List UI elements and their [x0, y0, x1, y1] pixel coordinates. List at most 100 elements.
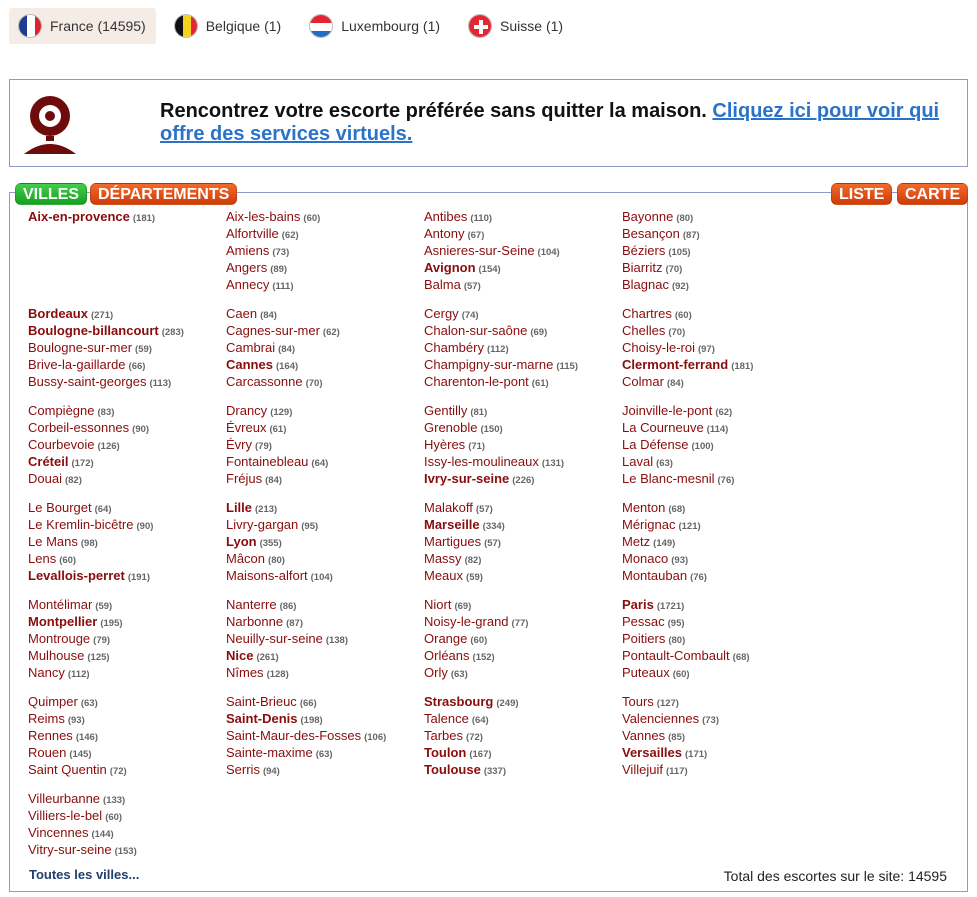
city-link[interactable]: Maisons-alfort (104) — [226, 567, 333, 586]
city-link[interactable]: Bussy-saint-georges (113) — [28, 373, 171, 392]
city-count: (112) — [67, 669, 90, 680]
city-link[interactable]: Levallois-perret (191) — [28, 567, 150, 586]
city-link[interactable]: Puteaux (60) — [622, 664, 690, 683]
city-count: (172) — [71, 458, 94, 469]
city-count: (113) — [149, 378, 172, 389]
france-flag-icon — [18, 14, 42, 38]
city-name: Saint-Brieuc — [226, 694, 297, 709]
city-link[interactable]: Le Blanc-mesnil (76) — [622, 470, 734, 489]
city-link[interactable]: Saint Quentin (72) — [28, 761, 127, 780]
city-name: La Défense — [622, 437, 689, 452]
city-link[interactable]: Annecy (111) — [226, 276, 294, 295]
city-link[interactable]: Vitry-sur-seine (153) — [28, 841, 137, 860]
city-link[interactable]: Nîmes (128) — [226, 664, 289, 683]
city-link[interactable]: Balma (57) — [424, 276, 481, 295]
city-count: (112) — [486, 344, 509, 355]
city-count: (59) — [135, 344, 152, 355]
city-name: Douai — [28, 471, 62, 486]
city-name: Asnieres-sur-Seine — [424, 243, 535, 258]
city-name: Mâcon — [226, 551, 266, 566]
city-name: Boulogne-sur-mer — [28, 340, 133, 355]
city-link[interactable]: Colmar (84) — [622, 373, 684, 392]
city-name: Ivry-sur-seine — [424, 471, 510, 486]
city-name: Orly — [424, 665, 448, 680]
city-count: (98) — [80, 538, 98, 549]
liste-button[interactable]: LISTE — [831, 183, 893, 205]
city-count: (337) — [483, 766, 506, 777]
city-count: (72) — [466, 732, 483, 743]
city-count: (100) — [691, 441, 714, 452]
city-count: (283) — [161, 327, 184, 338]
city-link[interactable]: Meaux (59) — [424, 567, 483, 586]
city-link[interactable]: Fréjus (84) — [226, 470, 282, 489]
city-link[interactable]: Nancy (112) — [28, 664, 90, 683]
city-count: (86) — [279, 601, 297, 612]
city-count: (63) — [315, 749, 333, 760]
city-count: (74) — [461, 310, 479, 321]
city-count: (104) — [537, 247, 560, 258]
switzerland-flag-icon — [468, 14, 493, 38]
city-name: Drancy — [226, 403, 268, 418]
city-link[interactable]: Carcassonne (70) — [226, 373, 323, 392]
city-count: (63) — [80, 698, 98, 709]
city-name: Serris — [226, 762, 260, 777]
city-count: (61) — [531, 378, 549, 389]
city-link[interactable]: Charenton-le-pont (61) — [424, 373, 549, 392]
city-link[interactable]: Toulouse (337) — [424, 761, 506, 780]
city-link[interactable]: Ivry-sur-seine (226) — [424, 470, 534, 489]
city-count: (110) — [470, 213, 493, 224]
city-name: Bussy-saint-georges — [28, 374, 147, 389]
city-name: Pessac — [622, 614, 665, 629]
all-cities-link[interactable]: Toutes les villes... — [29, 867, 139, 882]
city-link[interactable]: Montauban (76) — [622, 567, 707, 586]
city-count: (79) — [255, 441, 272, 452]
city-link[interactable]: Aix-en-provence (181) — [28, 208, 155, 227]
city-link[interactable]: Douai (82) — [28, 470, 82, 489]
city-count: (60) — [470, 635, 488, 646]
belgium-flag-icon — [173, 14, 198, 38]
city-count: (213) — [255, 504, 278, 515]
city-name: Joinville-le-pont — [622, 403, 713, 418]
city-link[interactable]: Serris (94) — [226, 761, 280, 780]
city-name: Aix-les-bains — [226, 209, 301, 224]
city-count: (80) — [668, 635, 686, 646]
city-name: Marseille — [424, 517, 480, 532]
villes-tab[interactable]: VILLES — [15, 183, 88, 205]
city-count: (60) — [674, 310, 692, 321]
city-name: Vincennes — [28, 825, 89, 840]
city-name: Versailles — [622, 745, 682, 760]
city-name: Colmar — [622, 374, 664, 389]
city-name: Malakoff — [424, 500, 473, 515]
city-name: Niort — [424, 597, 452, 612]
city-count: (106) — [364, 732, 387, 743]
city-count: (111) — [272, 281, 294, 292]
city-count: (121) — [678, 521, 701, 532]
city-name: Antibes — [424, 209, 468, 224]
country-label: Belgique (1) — [205, 18, 282, 34]
country-tab-france[interactable]: France (14595) — [9, 8, 156, 44]
city-link[interactable]: Villejuif (117) — [622, 761, 688, 780]
city-name: Vitry-sur-seine — [28, 842, 112, 857]
city-link[interactable]: Orly (63) — [424, 664, 468, 683]
city-count: (105) — [668, 247, 691, 258]
country-tab-belgique[interactable]: Belgique (1) — [165, 8, 292, 44]
city-count: (87) — [682, 230, 700, 241]
city-name: Amiens — [226, 243, 270, 258]
city-count: (117) — [665, 766, 688, 777]
city-link[interactable]: Blagnac (92) — [622, 276, 689, 295]
city-count: (129) — [270, 407, 293, 418]
city-count: (84) — [278, 344, 296, 355]
carte-button[interactable]: CARTE — [897, 183, 969, 205]
country-tab-suisse[interactable]: Suisse (1) — [459, 8, 573, 44]
city-count: (64) — [311, 458, 329, 469]
city-count: (128) — [266, 669, 289, 680]
city-name: Mérignac — [622, 517, 676, 532]
city-count: (63) — [656, 458, 673, 469]
city-count: (104) — [310, 572, 333, 583]
city-name: Talence — [424, 711, 469, 726]
city-count: (95) — [301, 521, 319, 532]
departements-tab[interactable]: DÉPARTEMENTS — [90, 183, 238, 205]
city-count: (114) — [706, 424, 729, 435]
city-name: Sainte-maxime — [226, 745, 313, 760]
country-tab-luxembourg[interactable]: Luxembourg (1) — [300, 8, 450, 44]
